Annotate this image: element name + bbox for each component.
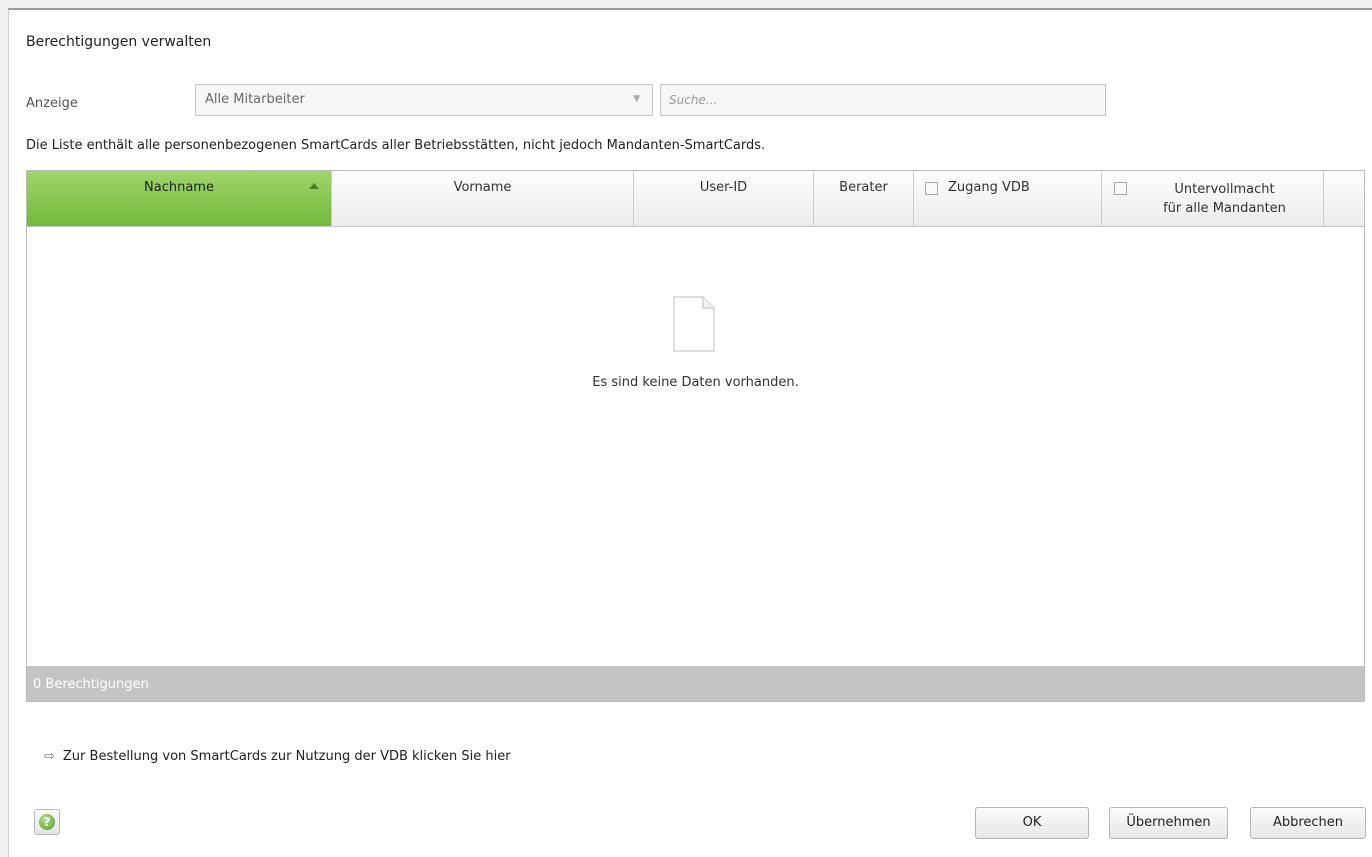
sort-ascending-icon: [309, 183, 319, 189]
apply-button[interactable]: Übernehmen: [1109, 807, 1228, 839]
ok-button[interactable]: OK: [975, 807, 1089, 839]
column-label-nachname: Nachname: [144, 180, 214, 195]
search-field[interactable]: [660, 84, 1106, 116]
column-label-user-id: User-ID: [699, 180, 748, 195]
column-header-vorname[interactable]: Vorname: [332, 171, 634, 226]
anzeige-select[interactable]: Alle Mitarbeiter ▼: [195, 84, 653, 116]
table-footer: 0 Berechtigungen: [27, 666, 1364, 701]
search-input[interactable]: [661, 85, 1105, 115]
column-label-untervollmacht-line1: Untervollmacht: [1174, 182, 1275, 197]
empty-message: Es sind keine Daten vorhanden.: [592, 375, 799, 390]
arrow-right-icon: ⇨: [44, 749, 55, 764]
order-smartcards-link[interactable]: ⇨ Zur Bestellung von SmartCards zur Nutzu…: [44, 749, 511, 764]
help-button[interactable]: ?: [34, 809, 60, 835]
chevron-down-icon: ▼: [633, 94, 640, 104]
column-header-user-id[interactable]: User-ID: [634, 171, 814, 226]
column-header-zugang-vdb[interactable]: Zugang VDB: [914, 171, 1102, 226]
help-icon: ?: [39, 814, 55, 830]
column-label-vorname: Vorname: [453, 180, 512, 195]
dialog-title: Berechtigungen verwalten: [26, 34, 212, 50]
cancel-button[interactable]: Abbrechen: [1250, 807, 1366, 839]
column-header-nachname[interactable]: Nachname: [27, 171, 332, 226]
order-smartcards-link-text: Zur Bestellung von SmartCards zur Nutzun…: [62, 749, 511, 764]
permissions-count: 0 Berechtigungen: [33, 677, 149, 692]
column-label-untervollmacht: Untervollmacht für alle Mandanten: [1126, 180, 1323, 218]
column-header-berater[interactable]: Berater: [814, 171, 914, 226]
column-label-berater: Berater: [839, 180, 888, 195]
column-label-zugang-vdb: Zugang VDB: [948, 180, 1030, 195]
empty-document-icon: [673, 296, 715, 352]
anzeige-label: Anzeige: [26, 96, 78, 111]
anzeige-select-value: Alle Mitarbeiter: [205, 92, 305, 107]
info-text: Die Liste enthält alle personenbezogenen…: [26, 138, 766, 153]
table-header: Nachname Vorname User-ID Berater Zugang …: [27, 171, 1364, 227]
column-label-untervollmacht-line2: für alle Mandanten: [1163, 201, 1286, 216]
permissions-table: Nachname Vorname User-ID Berater Zugang …: [26, 170, 1365, 702]
column-header-untervollmacht[interactable]: Untervollmacht für alle Mandanten: [1102, 171, 1324, 226]
zugang-vdb-checkbox[interactable]: [925, 182, 938, 195]
